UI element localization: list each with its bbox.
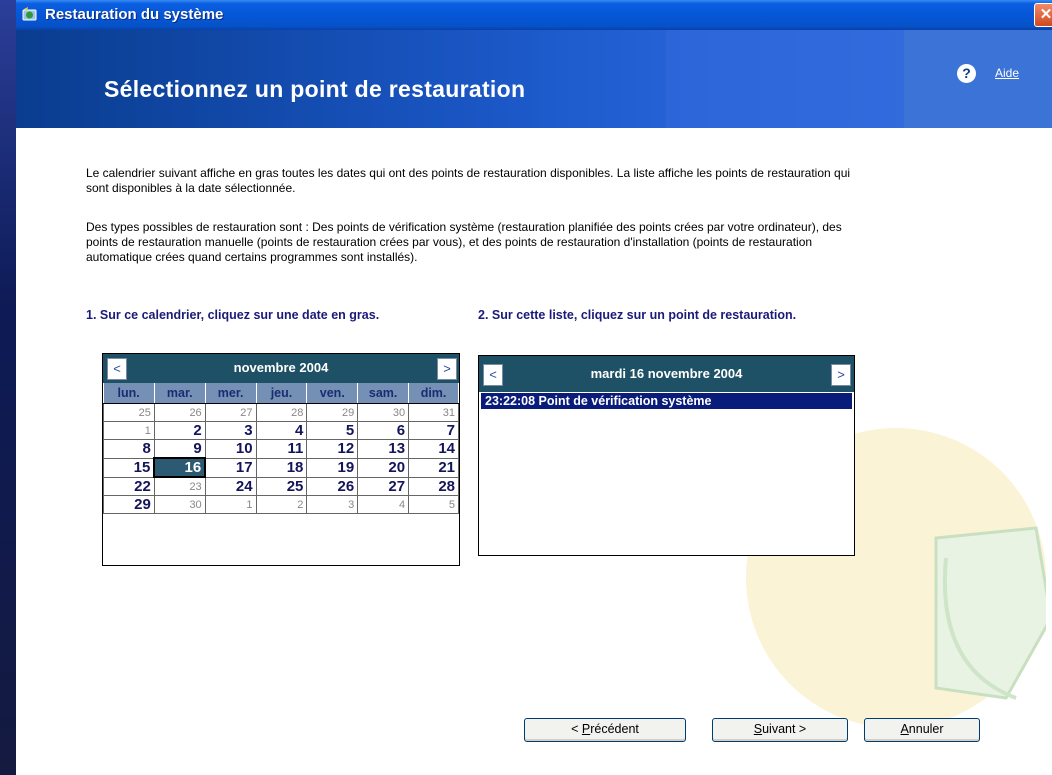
calendar-day[interactable]: 30 <box>153 495 206 514</box>
weekday-header: jeu. <box>256 383 308 404</box>
calendar-day[interactable]: 17 <box>204 457 257 478</box>
calendar-day[interactable]: 4 <box>357 495 410 514</box>
calendar-day[interactable]: 29 <box>103 495 155 514</box>
calendar-day[interactable]: 1 <box>204 495 257 514</box>
system-restore-window: Restauration du système ✕ Sélectionnez u… <box>16 0 1052 775</box>
calendar-grid: lun. mar. mer. jeu. ven. sam. dim. 25 26 27 28 29 3… <box>103 383 459 514</box>
calendar-day[interactable]: 5 <box>408 495 459 514</box>
content-area: Le calendrier suivant affiche en gras to… <box>16 128 1052 775</box>
calendar-day[interactable]: 3 <box>204 421 257 440</box>
restore-point-item[interactable]: 23:22:08 Point de vérification système <box>481 393 852 409</box>
list-date-title: mardi 16 novembre 2004 <box>590 366 743 381</box>
calendar-day[interactable]: 7 <box>408 421 459 440</box>
calendar-day[interactable]: 27 <box>204 403 257 422</box>
calendar-week-row: 15 16 17 18 19 20 21 <box>103 457 459 478</box>
calendar-day[interactable]: 18 <box>255 457 308 478</box>
cancel-button-rest: nnuler <box>908 722 944 736</box>
previous-button-prefix: < <box>571 722 582 736</box>
calendar: < novembre 2004 > lun. mar. mer. jeu. ven. sa… <box>102 353 460 566</box>
calendar-day[interactable]: 19 <box>306 457 359 478</box>
calendar-day[interactable]: 1 <box>103 421 155 440</box>
list-header: < mardi 16 novembre 2004 > <box>479 356 854 392</box>
calendar-day[interactable]: 2 <box>153 421 206 440</box>
previous-button-rest: récédent <box>590 722 639 736</box>
calendar-day[interactable]: 9 <box>153 439 206 459</box>
system-restore-icon <box>22 7 37 21</box>
step1-label: 1. Sur ce calendrier, cliquez sur une da… <box>86 308 380 322</box>
next-button[interactable]: Suivant > <box>712 718 848 742</box>
calendar-day[interactable]: 6 <box>357 421 410 440</box>
close-button[interactable]: ✕ <box>1034 3 1052 27</box>
calendar-day[interactable]: 24 <box>204 476 257 496</box>
list-next-day-button[interactable]: > <box>831 364 851 386</box>
title-bar[interactable]: Restauration du système ✕ <box>16 0 1052 30</box>
calendar-day[interactable]: 4 <box>255 421 308 440</box>
header-banner: Sélectionnez un point de restauration ? … <box>16 30 1052 128</box>
intro-paragraph: Le calendrier suivant affiche en gras to… <box>86 166 851 195</box>
calendar-day[interactable]: 14 <box>408 439 459 459</box>
calendar-day[interactable]: 10 <box>204 439 257 459</box>
types-paragraph: Des types possibles de restauration sont… <box>86 220 842 264</box>
calendar-day[interactable]: 31 <box>408 403 459 422</box>
cancel-button-accel: A <box>900 722 909 736</box>
weekday-header: mer. <box>205 383 257 404</box>
calendar-week-row: 25 26 27 28 29 30 31 <box>103 403 459 422</box>
calendar-day[interactable]: 26 <box>153 403 206 422</box>
calendar-day[interactable]: 8 <box>103 439 155 459</box>
calendar-day[interactable]: 3 <box>306 495 359 514</box>
weekday-header: mar. <box>154 383 206 404</box>
page-title: Sélectionnez un point de restauration <box>104 76 526 102</box>
calendar-day[interactable]: 12 <box>306 439 359 459</box>
calendar-week-row: 1234567 <box>103 421 459 440</box>
next-button-accel: S <box>753 722 763 736</box>
previous-button-accel: P <box>581 722 591 736</box>
banner-band <box>666 30 906 128</box>
calendar-day[interactable]: 29 <box>306 403 359 422</box>
calendar-day[interactable]: 30 <box>357 403 410 422</box>
step2-label: 2. Sur cette liste, cliquez sur un point… <box>478 308 797 322</box>
list-prev-day-button[interactable]: < <box>483 364 503 386</box>
calendar-day[interactable]: 13 <box>357 439 410 459</box>
calendar-day[interactable]: 27 <box>357 476 410 496</box>
calendar-day[interactable]: 15 <box>103 457 155 478</box>
calendar-week-row: 29 30 1 2 3 4 5 <box>103 495 459 514</box>
weekday-header: ven. <box>306 383 359 404</box>
help-icon[interactable]: ? <box>957 64 976 83</box>
calendar-week-row: 22 23 24 25 26 27 28 <box>103 476 459 496</box>
desktop-background <box>0 0 16 775</box>
calendar-day[interactable]: 22 <box>103 476 155 496</box>
weekday-header: sam. <box>357 383 410 404</box>
calendar-next-month-button[interactable]: > <box>437 358 457 380</box>
help-link[interactable]: Aide <box>995 66 1019 80</box>
calendar-day[interactable]: 28 <box>255 403 308 422</box>
calendar-month-title: novembre 2004 <box>233 360 329 375</box>
weekday-header: dim. <box>408 383 459 404</box>
calendar-day[interactable]: 23 <box>153 476 206 496</box>
calendar-day[interactable]: 5 <box>306 421 359 440</box>
calendar-week-row: 8 9 10 11 12 13 14 <box>103 439 459 459</box>
calendar-day[interactable]: 21 <box>408 457 459 478</box>
calendar-day[interactable]: 26 <box>306 476 359 496</box>
calendar-day[interactable]: 20 <box>357 457 410 478</box>
calendar-day[interactable]: 2 <box>255 495 308 514</box>
calendar-header: < novembre 2004 > <box>103 354 459 383</box>
calendar-day-selected[interactable]: 16 <box>153 457 207 478</box>
previous-button[interactable]: < Précédent <box>524 718 686 742</box>
weekday-header: lun. <box>103 383 155 404</box>
window-title: Restauration du système <box>45 6 224 23</box>
restore-point-list: < mardi 16 novembre 2004 > 23:22:08 Poin… <box>478 355 855 556</box>
calendar-prev-month-button[interactable]: < <box>107 358 127 380</box>
next-button-rest: uivant > <box>762 722 807 736</box>
calendar-day[interactable]: 11 <box>255 439 308 459</box>
calendar-day[interactable]: 25 <box>255 476 308 496</box>
cancel-button[interactable]: Annuler <box>864 718 980 742</box>
calendar-day[interactable]: 25 <box>103 403 155 422</box>
calendar-day[interactable]: 28 <box>408 476 459 496</box>
banner-help-area <box>904 30 1052 128</box>
